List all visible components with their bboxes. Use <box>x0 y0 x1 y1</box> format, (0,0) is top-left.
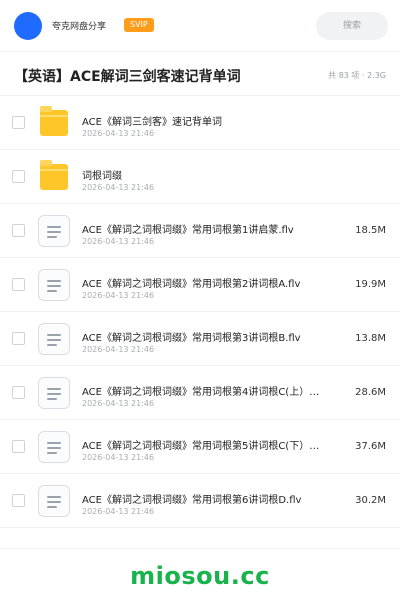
folder-header: 【英语】ACE解词三剑客速记背单词 共 83 项 · 2.3G <box>0 52 400 96</box>
footer: miosou.cc <box>0 548 400 600</box>
file-size: 37.6M <box>355 441 386 452</box>
file-name: ACE《解词之词根词缀》常用词根第4讲词根C(上）… <box>82 387 320 398</box>
file-row[interactable]: ACE《解词三剑客》速记背单词 2026-04-13 21:46 <box>0 96 400 150</box>
file-name: ACE《解词之词根词缀》常用词根第5讲词根C(下）… <box>82 441 320 452</box>
top-bar: 夸克网盘分享 SVIP 搜索 <box>0 0 400 52</box>
video-file-icon <box>38 269 70 301</box>
file-size: 19.9M <box>355 279 386 290</box>
file-name: 词根词缀 <box>82 171 122 182</box>
file-size: 30.2M <box>355 495 386 506</box>
file-date: 2026-04-13 21:46 <box>82 129 155 138</box>
file-row[interactable]: ACE《解词之词根词缀》常用词根第5讲词根C(下）… 2026-04-13 21… <box>0 420 400 474</box>
select-checkbox[interactable] <box>12 332 25 345</box>
folder-icon <box>38 106 70 139</box>
file-row[interactable]: ACE《解词之词根词缀》常用词根第3讲词根B.flv 2026-04-13 21… <box>0 312 400 366</box>
file-row[interactable]: 词根词缀 2026-04-13 21:46 <box>0 150 400 204</box>
video-file-icon <box>38 431 70 463</box>
file-name: ACE《解词之词根词缀》常用词根第1讲启蒙.flv <box>82 225 294 236</box>
file-row[interactable]: ACE《解词之词根词缀》常用词根第6讲词根D.flv 2026-04-13 21… <box>0 474 400 528</box>
file-name: ACE《解词之词根词缀》常用词根第2讲词根A.flv <box>82 279 301 290</box>
folder-title: 【英语】ACE解词三剑客速记背单词 <box>14 69 241 85</box>
select-checkbox[interactable] <box>12 278 25 291</box>
file-row[interactable]: ACE《解词之词根词缀》常用词根第4讲词根C(上）… 2026-04-13 21… <box>0 366 400 420</box>
select-checkbox[interactable] <box>12 386 25 399</box>
file-size: 13.8M <box>355 333 386 344</box>
select-checkbox[interactable] <box>12 170 25 183</box>
share-title: 夸克网盘分享 <box>52 22 107 32</box>
video-file-icon <box>38 485 70 517</box>
select-checkbox[interactable] <box>12 116 25 129</box>
file-date: 2026-04-13 21:46 <box>82 345 155 354</box>
folder-icon <box>38 160 70 193</box>
video-file-icon <box>38 377 70 409</box>
file-date: 2026-04-13 21:46 <box>82 399 155 408</box>
video-file-icon <box>38 323 70 355</box>
avatar[interactable] <box>14 12 42 40</box>
select-checkbox[interactable] <box>12 494 25 507</box>
video-file-icon <box>38 215 70 247</box>
brand-watermark: miosou.cc <box>130 562 270 590</box>
file-name: ACE《解词三剑客》速记背单词 <box>82 117 222 128</box>
file-date: 2026-04-13 21:46 <box>82 237 155 246</box>
file-name: ACE《解词之词根词缀》常用词根第6讲词根D.flv <box>82 495 302 506</box>
search-button[interactable]: 搜索 <box>316 12 388 40</box>
file-size: 28.6M <box>355 387 386 398</box>
file-row[interactable]: ACE《解词之词根词缀》常用词根第1讲启蒙.flv 2026-04-13 21:… <box>0 204 400 258</box>
file-row[interactable]: ACE《解词之词根词缀》常用词根第2讲词根A.flv 2026-04-13 21… <box>0 258 400 312</box>
file-date: 2026-04-13 21:46 <box>82 453 155 462</box>
svip-badge: SVIP <box>124 18 154 32</box>
file-list: ACE《解词三剑客》速记背单词 2026-04-13 21:46 词根词缀 20… <box>0 96 400 528</box>
file-name: ACE《解词之词根词缀》常用词根第3讲词根B.flv <box>82 333 301 344</box>
file-date: 2026-04-13 21:46 <box>82 291 155 300</box>
select-checkbox[interactable] <box>12 440 25 453</box>
file-date: 2026-04-13 21:46 <box>82 183 155 192</box>
folder-meta: 共 83 项 · 2.3G <box>328 71 386 80</box>
file-date: 2026-04-13 21:46 <box>82 507 155 516</box>
file-size: 18.5M <box>355 225 386 236</box>
select-checkbox[interactable] <box>12 224 25 237</box>
